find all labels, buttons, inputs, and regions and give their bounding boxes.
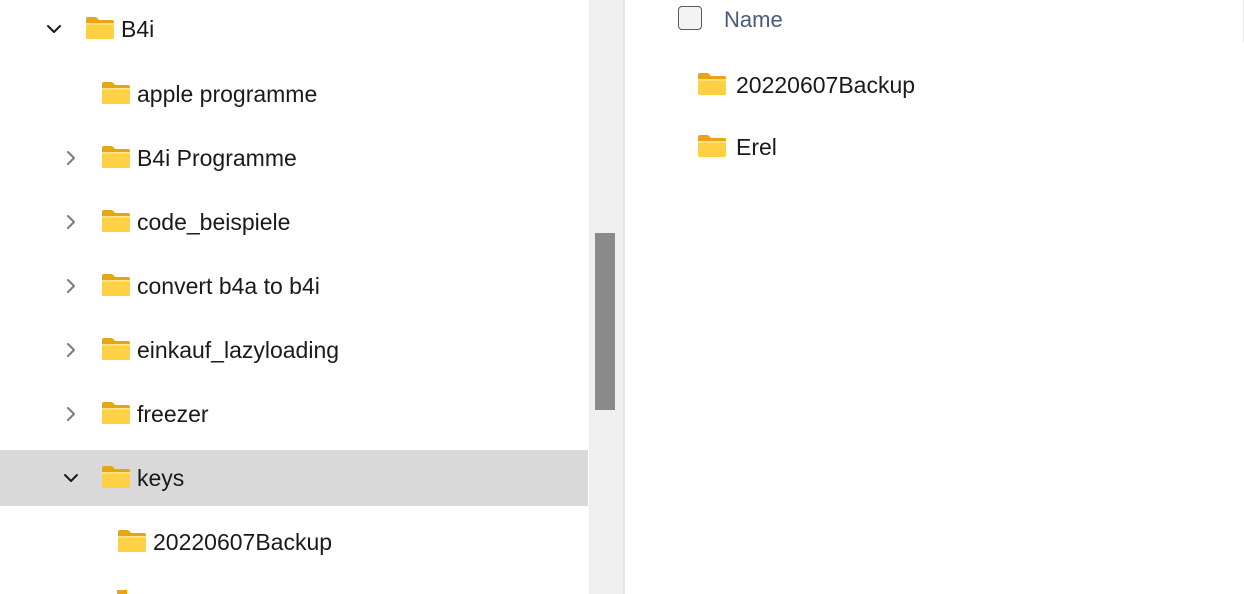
folder-icon bbox=[101, 401, 131, 425]
navigation-pane: B4i apple programme B4i Programme code_b… bbox=[0, 0, 589, 594]
name-column-header[interactable]: Name bbox=[724, 6, 783, 34]
chevron-right-icon[interactable] bbox=[61, 276, 81, 296]
tree-item-label: code_beispiele bbox=[137, 209, 291, 235]
folder-icon bbox=[697, 72, 727, 96]
tree-item-einkauf-lazyloading[interactable]: einkauf_lazyloading bbox=[0, 322, 588, 378]
folder-icon bbox=[101, 337, 131, 361]
content-pane: Name 20220607Backup Erel bbox=[625, 0, 1244, 594]
folder-icon bbox=[117, 590, 127, 594]
tree-item-label: freezer bbox=[137, 401, 209, 427]
tree-item-label: 20220607Backup bbox=[153, 529, 333, 555]
folder-icon bbox=[117, 529, 147, 553]
tree-item-convert-b4a-to-b4i[interactable]: convert b4a to b4i bbox=[0, 258, 588, 314]
list-item-label: 20220607Backup bbox=[736, 72, 916, 98]
chevron-right-icon[interactable] bbox=[61, 340, 81, 360]
navigation-scrollbar[interactable] bbox=[589, 0, 623, 594]
tree-item-label: einkauf_lazyloading bbox=[137, 337, 340, 363]
list-item[interactable]: Erel bbox=[625, 119, 1225, 175]
select-all-checkbox[interactable] bbox=[678, 6, 702, 30]
folder-icon bbox=[101, 209, 131, 233]
chevron-right-icon[interactable] bbox=[61, 212, 81, 232]
tree-item-label: convert b4a to b4i bbox=[137, 273, 320, 299]
folder-icon bbox=[101, 145, 131, 169]
tree-item-label: B4i Programme bbox=[137, 145, 297, 171]
folder-icon bbox=[101, 273, 131, 297]
tree-item-code-beispiele[interactable]: code_beispiele bbox=[0, 194, 588, 250]
tree-item-b4i[interactable]: B4i bbox=[0, 1, 588, 57]
chevron-down-icon[interactable] bbox=[61, 468, 81, 488]
folder-icon bbox=[85, 16, 115, 40]
tree-item-b4i-programme[interactable]: B4i Programme bbox=[0, 130, 588, 186]
tree-item-20220607backup[interactable]: 20220607Backup bbox=[0, 514, 588, 570]
tree-item-freezer[interactable]: freezer bbox=[0, 386, 588, 442]
folder-icon bbox=[697, 134, 727, 158]
tree-item-label: keys bbox=[137, 465, 185, 491]
chevron-right-icon[interactable] bbox=[61, 148, 81, 168]
chevron-right-icon[interactable] bbox=[61, 404, 81, 424]
tree-item-apple-programme[interactable]: apple programme bbox=[0, 66, 588, 122]
scrollbar-thumb[interactable] bbox=[595, 233, 615, 410]
list-item[interactable]: 20220607Backup bbox=[625, 57, 1225, 113]
tree-item-label: B4i bbox=[121, 16, 155, 42]
folder-icon bbox=[101, 465, 131, 489]
file-explorer-window: B4i apple programme B4i Programme code_b… bbox=[0, 0, 1244, 594]
tree-item-label: apple programme bbox=[137, 81, 318, 107]
tree-item-keys[interactable]: keys bbox=[0, 450, 588, 506]
chevron-down-icon[interactable] bbox=[44, 19, 64, 39]
folder-icon bbox=[101, 81, 131, 105]
list-item-label: Erel bbox=[736, 134, 777, 160]
